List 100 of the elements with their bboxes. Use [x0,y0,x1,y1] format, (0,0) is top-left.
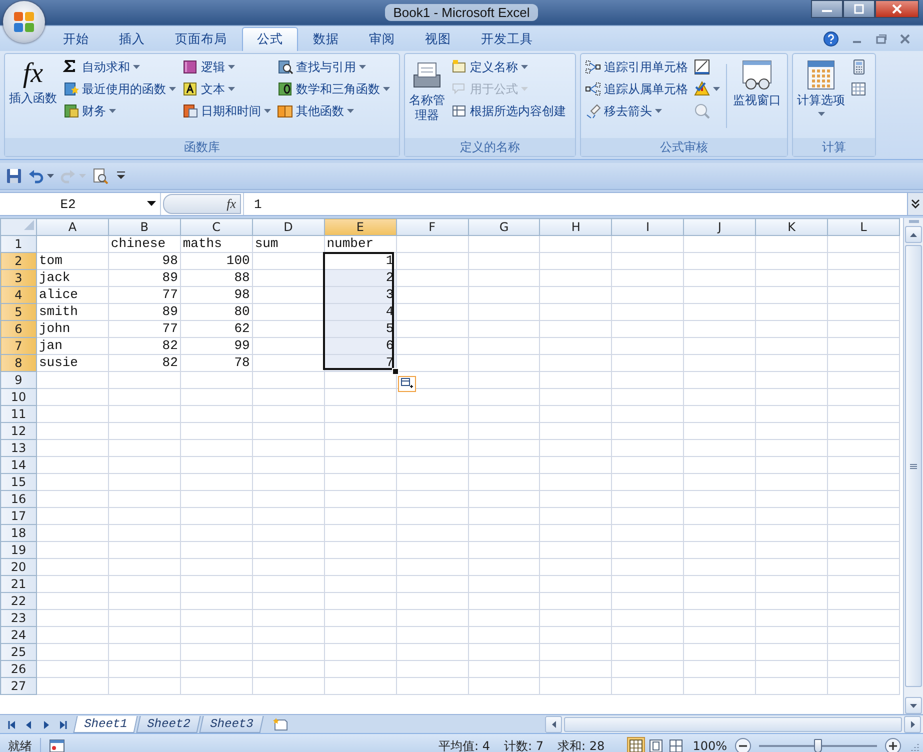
column-header[interactable]: L [828,218,900,236]
insert-sheet-icon[interactable] [270,717,289,731]
row-header[interactable]: 9 [0,372,36,388]
ribbon-button[interactable]: 追踪引用单元格 [583,56,690,78]
view-button[interactable] [666,737,685,752]
slider-thumb[interactable] [814,739,822,752]
insert-function-button[interactable]: fx [226,196,236,212]
expand-button[interactable] [907,193,923,215]
row-header[interactable]: 21 [0,576,36,592]
ribbon-tab[interactable]: 插入 [104,27,160,51]
row-header[interactable]: 1 [0,236,36,252]
row-header[interactable]: 13 [0,440,36,456]
column-header[interactable]: E [324,218,396,236]
zoom-level[interactable]: 100% [692,739,727,752]
ribbon-button[interactable]: 监视窗口 [731,56,783,136]
ribbon-tab[interactable]: 页面布局 [160,27,242,51]
ribbon-button[interactable]: 文本 [180,78,273,100]
ribbon-button[interactable]: 定义名称 [449,56,568,78]
column-header[interactable]: H [540,218,612,236]
row-header[interactable]: 6 [0,320,36,338]
zoom-in-button[interactable] [885,738,901,752]
row-header[interactable]: 7 [0,338,36,354]
resize-grip-icon[interactable] [909,741,919,751]
column-header[interactable]: B [108,218,180,236]
row-header[interactable]: 15 [0,474,36,490]
row-header[interactable]: 18 [0,524,36,542]
row-header[interactable]: 24 [0,626,36,644]
row-header[interactable]: 2 [0,252,36,270]
ribbon-button[interactable]: 根据所选内容创建 [449,100,568,122]
auto-fill-options-button[interactable] [398,376,416,392]
ribbon-button[interactable]: 查找与引用 [275,56,392,78]
last-sheet-icon[interactable] [59,721,67,729]
row-header[interactable]: 3 [0,270,36,286]
ribbon-button[interactable]: 自动求和 [61,56,178,78]
restore-icon[interactable] [875,33,887,45]
ribbon-button[interactable]: 财务 [61,100,178,122]
column-header[interactable]: D [252,218,324,236]
macro-record-icon[interactable] [49,739,65,752]
row-header[interactable]: 19 [0,542,36,558]
row-header[interactable]: 14 [0,456,36,474]
row-header[interactable]: 12 [0,422,36,440]
ribbon-button[interactable]: 其他函数 [275,100,392,122]
first-sheet-icon[interactable] [8,721,16,729]
next-sheet-icon[interactable] [42,721,50,729]
ribbon-button[interactable]: 移去箭头 [583,100,690,122]
row-header[interactable]: 16 [0,490,36,508]
toolbar-button[interactable] [92,168,108,184]
row-header[interactable]: 22 [0,592,36,610]
view-button[interactable] [626,737,645,752]
scroll-thumb[interactable] [905,245,922,687]
row-header[interactable]: 23 [0,610,36,626]
minimize-button[interactable] [811,0,843,18]
column-header[interactable]: K [756,218,828,236]
ribbon-button[interactable]: 日期和时间 [180,100,273,122]
ribbon-button[interactable]: 数学和三角函数 [275,78,392,100]
sheet-tab[interactable]: Sheet3 [200,716,264,733]
column-header[interactable]: I [612,218,684,236]
vertical-scrollbar[interactable] [903,218,923,714]
close-button[interactable] [875,0,919,18]
ribbon-button[interactable]: 最近使用的函数 [61,78,178,100]
column-header[interactable]: G [468,218,540,236]
scroll-thumb[interactable] [564,717,902,732]
sheet-tab[interactable]: Sheet2 [136,716,202,733]
row-header[interactable]: 25 [0,644,36,660]
row-header[interactable]: 10 [0,388,36,406]
view-button[interactable] [646,737,665,752]
row-header[interactable]: 5 [0,304,36,320]
row-header[interactable]: 4 [0,286,36,304]
row-header[interactable]: 26 [0,660,36,678]
help-icon[interactable] [823,31,839,47]
row-header[interactable]: 20 [0,558,36,576]
ribbon-tab[interactable]: 数据 [298,27,354,51]
book-star-icon [63,81,79,97]
ribbon-tab[interactable]: 开始 [48,27,104,51]
ribbon-tab[interactable]: 视图 [410,27,466,51]
column-header[interactable]: F [396,218,468,236]
maximize-button[interactable] [843,0,875,18]
row-header[interactable]: 8 [0,354,36,372]
ribbon-button[interactable]: 追踪从属单元格 [583,78,690,100]
name-box[interactable]: E2 [0,193,161,215]
horizontal-scrollbar[interactable] [545,716,923,733]
sheet-tab[interactable]: Sheet1 [73,716,138,733]
ribbon-button[interactable]: 逻辑 [180,56,273,78]
column-header[interactable]: A [36,218,108,236]
toolbar-button[interactable] [28,168,54,184]
toolbar-button[interactable] [6,168,22,184]
column-header[interactable]: J [684,218,756,236]
ribbon-tab[interactable]: 审阅 [354,27,410,51]
column-header[interactable]: C [180,218,252,236]
ribbon-tab[interactable]: 公式 [242,27,298,51]
row-header[interactable]: 17 [0,508,36,524]
ribbon-button[interactable]: fx 插入函数 [7,56,59,136]
row-header[interactable]: 11 [0,406,36,422]
row-header[interactable]: 27 [0,678,36,694]
zoom-out-button[interactable] [735,738,751,752]
close-icon[interactable] [899,33,911,45]
ribbon-button[interactable]: 计算选项 [795,56,847,136]
ribbon-button[interactable]: 名称管理器 [407,56,447,136]
previous-sheet-icon[interactable] [25,721,33,729]
ribbon-tab[interactable]: 开发工具 [466,27,548,51]
